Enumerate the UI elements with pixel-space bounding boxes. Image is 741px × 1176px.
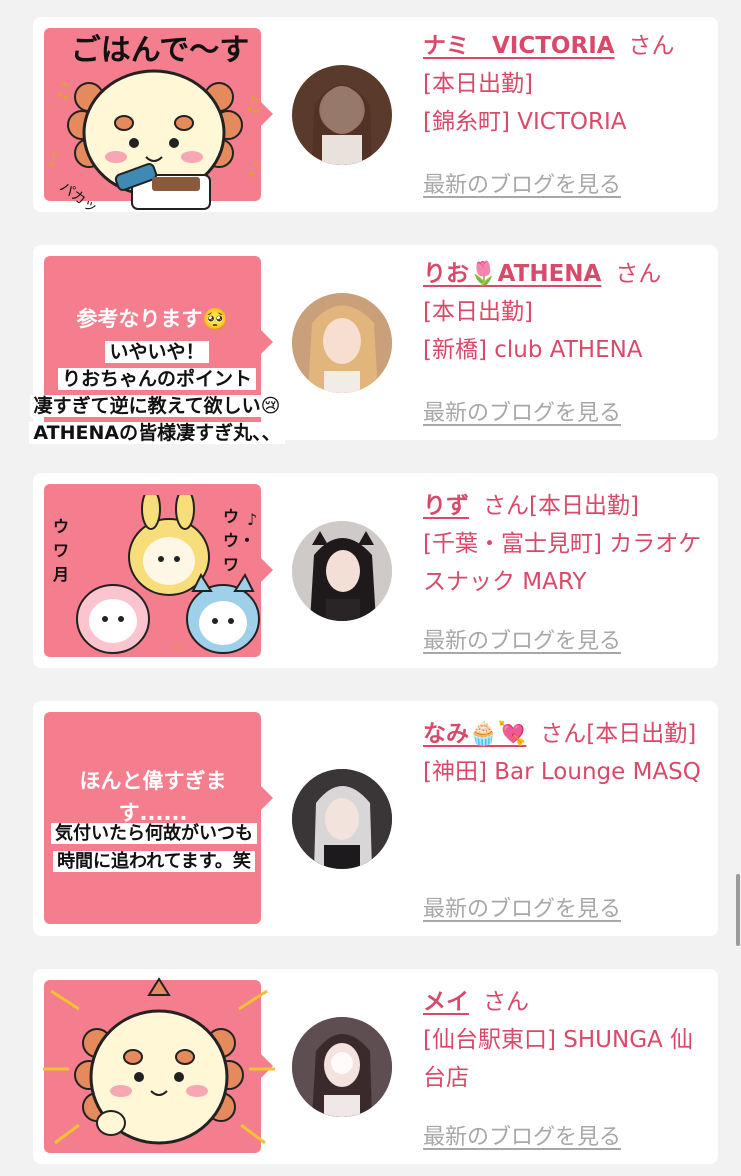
cast-name-link[interactable]: なみ🧁💘	[423, 721, 526, 747]
avatar[interactable]	[292, 65, 392, 165]
cast-name-link[interactable]: りず	[423, 493, 469, 519]
avatar[interactable]	[292, 1017, 392, 1117]
overlay-line: 気付いたら何故がいつも	[51, 823, 257, 844]
avatar[interactable]	[292, 293, 392, 393]
comment-text: 参考なります🥺	[76, 307, 229, 331]
cast-name-link[interactable]: りお🌷ATHENA	[423, 261, 601, 287]
comment-overlay: 気付いたら何故がいつも 時間に追われてます。笑	[30, 820, 278, 876]
cast-name-link[interactable]: メイ	[423, 989, 469, 1015]
honorific: さん	[540, 721, 587, 747]
avatar[interactable]	[292, 521, 392, 621]
shop-text: [錦糸町] VICTORIA	[423, 109, 627, 135]
honorific: さん	[483, 493, 529, 519]
honorific: さん	[615, 261, 662, 287]
status-text: [本日出勤]	[529, 493, 639, 519]
sticker-sfx-right: ウウ・ワ	[223, 507, 256, 574]
svg-text:♪: ♪	[247, 510, 257, 529]
chiikawa-sticker: ☆ ♪ ウワ月 ウウ・ワ	[51, 488, 273, 667]
overlay-line: 凄すぎて逆に教えて欲しい😢	[29, 395, 285, 417]
avatar-photo	[292, 521, 392, 621]
overlay-line: 時間に追われてます。笑	[53, 851, 255, 872]
comment-overlay: いやいや！ りおちゃんのポイント 凄すぎて逆に教えて欲しい😢 ATHENAの皆様…	[14, 339, 300, 447]
shop-text: [仙台駅東口] SHUNGA 仙台店	[423, 1027, 694, 1091]
svg-text:♫: ♫	[244, 92, 262, 116]
entry-info: りお🌷ATHENA さん [本日出勤] [新橋] club ATHENA	[423, 255, 713, 369]
latest-blog-link[interactable]: 最新のブログを見る	[423, 395, 621, 427]
cast-name-link[interactable]: ナミ VICTORIA	[423, 33, 615, 59]
shop-text: [神田] Bar Lounge MASQ	[423, 759, 701, 785]
sticker-sfx-left: ウワ月	[53, 517, 70, 584]
avatar-photo	[292, 293, 392, 393]
status-text: [本日出勤]	[423, 71, 533, 97]
honorific: さん	[628, 33, 675, 59]
svg-text:♫: ♫	[54, 78, 72, 102]
svg-text:♪: ♪	[48, 149, 60, 170]
overlay-line: ATHENAの皆様凄すぎ丸、、	[29, 422, 285, 444]
latest-blog-link[interactable]: 最新のブログを見る	[423, 167, 621, 199]
svg-text:☆: ☆	[171, 638, 185, 657]
latest-blog-link[interactable]: 最新のブログを見る	[423, 891, 621, 923]
shop-text: [新橋] club ATHENA	[423, 337, 643, 363]
blog-card: ほんと偉すぎます...... なみ🧁💘 さん[本日出勤] [神田] Bar Lou…	[33, 701, 718, 936]
blog-card: メイ さん [仙台駅東口] SHUNGA 仙台店 最新のブログを見る	[33, 969, 718, 1164]
avatar[interactable]	[292, 769, 392, 869]
entry-info: なみ🧁💘 さん[本日出勤] [神田] Bar Lounge MASQ	[423, 715, 713, 791]
overlay-line: いやいや！	[105, 341, 209, 363]
entry-info: ナミ VICTORIA さん [本日出勤] [錦糸町] VICTORIA	[423, 27, 713, 141]
chiikawa-sticker: ごはんで〜す ♫ ♫ ♪ ♪ パカッ	[44, 25, 276, 217]
blog-card: ☆ ♪ ウワ月 ウウ・ワ りず さん[本日出勤] [千葉・富士見町] カラオケスナ…	[33, 473, 718, 668]
scrollbar[interactable]	[736, 874, 740, 946]
status-text: [本日出勤]	[586, 721, 697, 747]
avatar-photo	[312, 85, 372, 165]
status-text: [本日出勤]	[423, 299, 533, 325]
avatar-photo	[292, 769, 392, 869]
chiikawa-sticker	[39, 973, 279, 1168]
shop-text: [千葉・富士見町] カラオケスナック MARY	[423, 531, 702, 595]
sticker-caption: ごはんで〜す	[70, 33, 250, 68]
avatar-photo	[292, 1017, 392, 1117]
overlay-line: りおちゃんのポイント	[57, 368, 256, 390]
latest-blog-link[interactable]: 最新のブログを見る	[423, 1119, 621, 1151]
svg-text:♪: ♪	[248, 159, 260, 180]
shisa-character-image	[43, 977, 275, 1145]
entry-info: メイ さん [仙台駅東口] SHUNGA 仙台店	[423, 983, 713, 1097]
blog-card: ごはんで〜す ♫ ♫ ♪ ♪ パカッ ナミ VICTORIA さん [本日出勤]…	[33, 17, 718, 216]
latest-blog-link[interactable]: 最新のブログを見る	[423, 623, 621, 655]
honorific: さん	[483, 989, 529, 1015]
entry-info: りず さん[本日出勤] [千葉・富士見町] カラオケスナック MARY	[423, 487, 713, 601]
